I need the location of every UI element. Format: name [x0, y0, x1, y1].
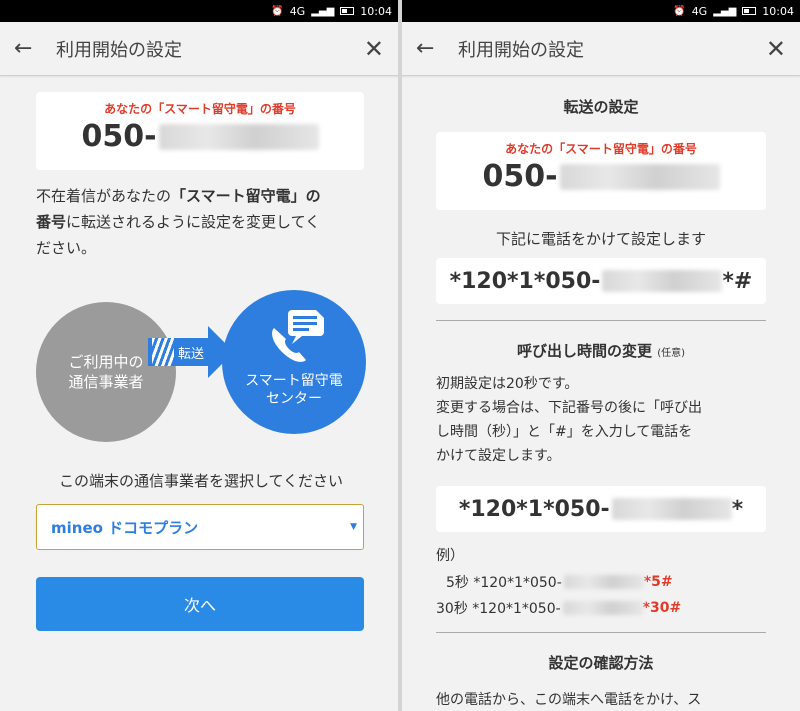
- code-prefix: *120*1*050-: [458, 496, 610, 522]
- forward-code: *120*1*050- *#: [436, 258, 766, 304]
- center-circle: スマート留守電 センター: [222, 290, 366, 434]
- code-prefix: *120*1*050-: [449, 268, 601, 294]
- code-blurred: [611, 498, 732, 520]
- status-bar: ⏰ 4G ▂▄▆ 10:04: [402, 0, 800, 22]
- back-arrow-icon[interactable]: ←: [14, 36, 44, 61]
- section-title-ring: 呼び出し時間の変更 (任意): [402, 340, 800, 361]
- next-button[interactable]: 次へ: [36, 577, 364, 631]
- signal-icon: ▂▄▆: [311, 5, 335, 17]
- right-screen: ⏰ 4G ▂▄▆ 10:04 ← 利用開始の設定 ✕ 転送の設定 あなたの「スマ…: [402, 0, 800, 711]
- code-blurred: [602, 270, 723, 292]
- divider: [436, 320, 766, 321]
- divider: [436, 632, 766, 633]
- number-blurred: [559, 163, 720, 190]
- ring-line: かけて設定します。: [436, 448, 561, 464]
- desc-bold: 「スマート留守電」の: [171, 187, 321, 205]
- battery-icon: [340, 7, 355, 15]
- back-arrow-icon[interactable]: ←: [416, 36, 446, 61]
- number-label: あなたの「スマート留守電」の番号: [104, 102, 296, 116]
- ring-line: し時間（秒）」と「#」を入力して電話を: [436, 424, 693, 440]
- select-prompt: この端末の通信事業者を選択してください: [58, 472, 344, 490]
- close-icon[interactable]: ✕: [766, 35, 786, 63]
- number-label: あなたの「スマート留守電」の番号: [505, 142, 697, 156]
- network-label: 4G: [289, 4, 306, 18]
- forward-arrow: 転送: [148, 326, 234, 378]
- close-icon[interactable]: ✕: [364, 35, 384, 63]
- section-title-forward: 転送の設定: [563, 98, 639, 116]
- arrow-label: 転送: [177, 346, 204, 362]
- phone-number: 050-: [36, 119, 364, 154]
- example-text: 5秒 *120*1*050-: [446, 575, 562, 591]
- example-text: 30秒 *120*1*050-: [436, 601, 561, 617]
- center-line: スマート留守電: [245, 373, 343, 389]
- ring-note: (任意): [657, 348, 686, 359]
- ring-line: 初期設定は20秒です。: [436, 376, 579, 392]
- alarm-icon: ⏰: [271, 5, 284, 17]
- ring-code: *120*1*050- *: [436, 486, 766, 532]
- clock: 10:04: [762, 4, 794, 18]
- number-card: あなたの「スマート留守電」の番号 050-: [36, 92, 364, 170]
- example-label: 例）: [436, 548, 464, 564]
- example-blurred: [562, 601, 643, 615]
- example-row: 5秒 *120*1*050- *5#: [446, 572, 673, 592]
- status-bar: ⏰ 4G ▂▄▆ 10:04: [0, 0, 398, 22]
- forward-diagram: ご利用中の 通信事業者 スマート留守電 センター 転送: [36, 288, 366, 442]
- code-suffix: *: [731, 496, 744, 522]
- page-title: 利用開始の設定: [56, 39, 182, 61]
- carrier-select[interactable]: mineo ドコモプラン ▼: [36, 504, 364, 550]
- app-bar: ← 利用開始の設定 ✕: [402, 22, 800, 76]
- clock: 10:04: [360, 4, 392, 18]
- network-label: 4G: [691, 4, 708, 18]
- ring-line: 変更する場合は、下記番号の後に「呼び出: [436, 400, 702, 416]
- carrier-line: 通信事業者: [68, 373, 144, 391]
- app-bar: ← 利用開始の設定 ✕: [0, 22, 398, 76]
- select-value: mineo ドコモプラン: [51, 518, 199, 537]
- number-card: あなたの「スマート留守電」の番号 050-: [436, 132, 766, 210]
- desc-bold: 番号: [36, 213, 67, 231]
- chevron-down-icon: ▼: [350, 522, 357, 532]
- number-prefix: 050-: [482, 159, 558, 194]
- desc-text: 不在着信があなたの: [36, 187, 172, 205]
- left-screen: ⏰ 4G ▂▄▆ 10:04 ← 利用開始の設定 ✕ あなたの「スマート留守電」…: [0, 0, 398, 711]
- phone-chat-icon: [272, 310, 324, 362]
- example-row: 30秒 *120*1*050- *30#: [436, 598, 681, 618]
- code-suffix: *#: [722, 268, 753, 294]
- center-line: センター: [266, 391, 322, 407]
- confirm-text: 他の電話から、この端末へ電話をかけ、ス: [436, 692, 702, 708]
- section-title-confirm: 設定の確認方法: [548, 654, 654, 672]
- arrow-head: [208, 326, 234, 378]
- signal-icon: ▂▄▆: [713, 5, 737, 17]
- ring-description: 初期設定は20秒です。 変更する場合は、下記番号の後に「呼び出 し時間（秒）」と…: [436, 372, 771, 468]
- example-suffix: *5#: [643, 574, 673, 590]
- desc-text: に転送されるように設定を変更してく: [66, 213, 321, 231]
- desc-text: ださい。: [36, 239, 97, 257]
- alarm-icon: ⏰: [673, 5, 686, 17]
- page-title: 利用開始の設定: [458, 39, 584, 61]
- number-prefix: 050-: [81, 119, 157, 154]
- phone-number: 050-: [436, 159, 766, 194]
- example-suffix: *30#: [642, 600, 682, 616]
- carrier-line: ご利用中の: [68, 353, 144, 371]
- example-blurred: [563, 575, 644, 589]
- number-blurred: [158, 123, 319, 150]
- call-instruction: 下記に電話をかけて設定します: [495, 230, 706, 248]
- ring-title: 呼び出し時間の変更: [516, 342, 652, 360]
- battery-icon: [742, 7, 757, 15]
- arrow-stripes: [152, 338, 174, 366]
- description: 不在着信があなたの「スマート留守電」の 番号に転送されるように設定を変更してく …: [36, 183, 366, 261]
